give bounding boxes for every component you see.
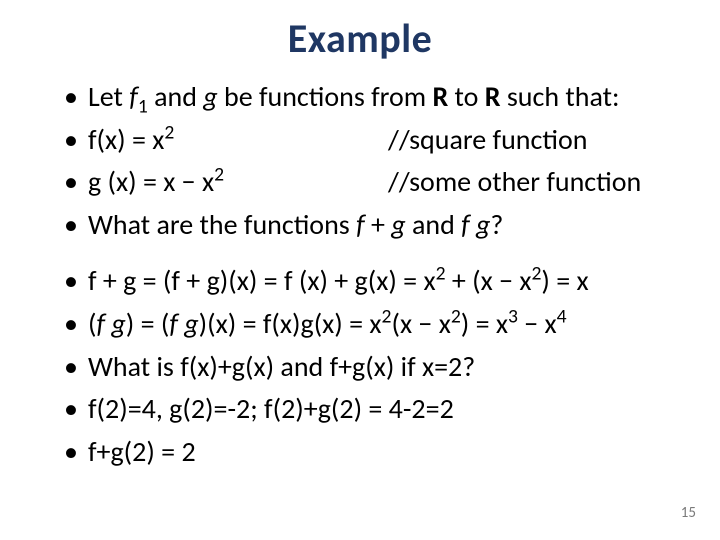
text: ) = ( (126, 306, 170, 341)
bullet-4: What are the functions f + g and f g? (60, 205, 680, 246)
superscript-3: 3 (508, 305, 518, 329)
var-g: g (391, 207, 405, 242)
text: to (448, 79, 485, 114)
var-fg: f g (461, 207, 490, 242)
text: and (406, 207, 462, 242)
text: + (x − x (446, 263, 532, 298)
text: f + g = (f + g)(x) = f (x) + g(x) = x (88, 263, 436, 298)
text: What are the functions (88, 207, 356, 242)
text: (x − x (391, 306, 450, 341)
superscript-2: 2 (531, 262, 541, 286)
superscript-2: 2 (451, 305, 461, 329)
plus: + (371, 207, 391, 242)
bullet-6: (f g) = (f g)(x) = f(x)g(x) = x2(x − x2)… (60, 304, 680, 345)
text: and (148, 79, 204, 114)
set-R: R (485, 79, 501, 114)
text: ( (88, 306, 97, 341)
comment: //some other function (388, 164, 641, 199)
bullet-group-1: Let f1 and g be functions from R to R su… (60, 77, 680, 245)
eq-left: f(x) = x (88, 122, 164, 157)
var-g: g (203, 79, 217, 114)
bullet-group-2: f + g = (f + g)(x) = f (x) + g(x) = x2 +… (60, 261, 680, 472)
superscript-2: 2 (214, 163, 224, 187)
bullet-8: f(2)=4, g(2)=-2; f(2)+g(2) = 4-2=2 (60, 389, 680, 430)
subscript-1: 1 (138, 95, 148, 119)
text: ) = x (541, 263, 588, 298)
bullet-2: f(x) = x2 //square function (60, 120, 680, 161)
slide-title: Example (0, 0, 720, 71)
slide-content: Let f1 and g be functions from R to R su… (0, 77, 720, 472)
superscript-2: 2 (164, 120, 174, 144)
text: − x (518, 306, 557, 341)
text: such that: (501, 79, 620, 114)
var-f: f (129, 79, 138, 114)
comment: //square function (388, 122, 587, 157)
page-number: 15 (681, 504, 696, 522)
superscript-2: 2 (436, 262, 446, 286)
bullet-5: f + g = (f + g)(x) = f (x) + g(x) = x2 +… (60, 261, 680, 302)
qmark: ? (490, 207, 503, 242)
eq-left: g (x) = x − x (88, 164, 214, 199)
bullet-7: What is f(x)+g(x) and f+g(x) if x=2? (60, 347, 680, 388)
bullet-1: Let f1 and g be functions from R to R su… (60, 77, 680, 118)
superscript-2: 2 (382, 305, 392, 329)
var-fg: f g (169, 306, 198, 341)
var-fg: f g (97, 306, 126, 341)
set-R: R (432, 79, 448, 114)
text: be functions from (218, 79, 433, 114)
superscript-4: 4 (557, 305, 567, 329)
text: Let (88, 79, 129, 114)
text: )(x) = f(x)g(x) = x (199, 306, 382, 341)
bullet-3: g (x) = x − x2 //some other function (60, 162, 680, 203)
bullet-9: f+g(2) = 2 (60, 432, 680, 473)
text: ) = x (461, 306, 508, 341)
var-f: f (356, 207, 371, 242)
